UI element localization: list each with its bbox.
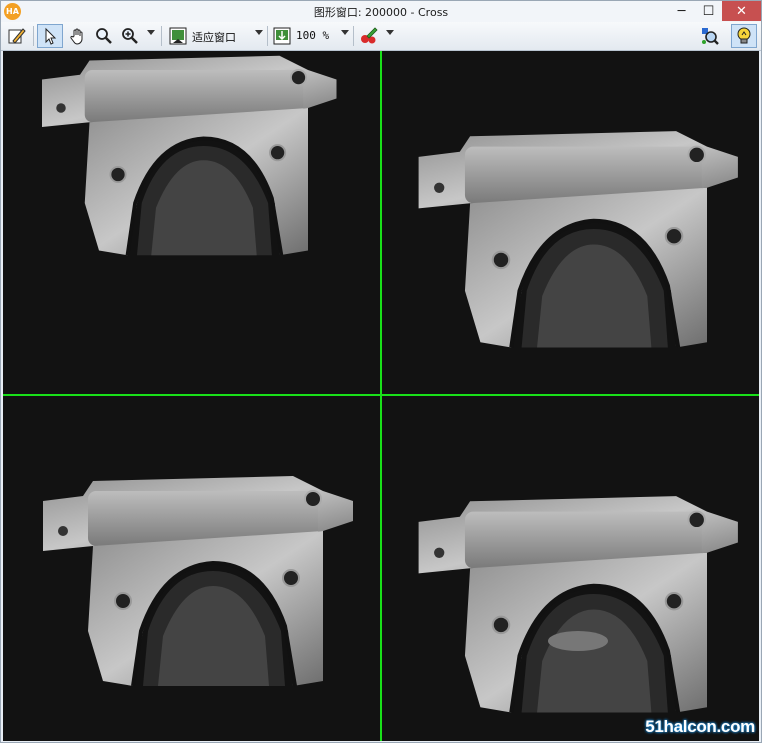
match-image-2 — [419, 131, 738, 347]
toolbar: 适应窗口 100 % — [1, 22, 761, 51]
fit-window-icon-button[interactable] — [167, 24, 189, 48]
zoom-dropdown-arrow[interactable] — [147, 30, 155, 35]
edit-pen-button[interactable] — [5, 24, 29, 48]
color-palette-icon — [361, 27, 378, 44]
light-bulb-icon — [737, 27, 751, 44]
hand-icon — [70, 28, 83, 45]
pointer-button[interactable] — [37, 24, 63, 48]
graphics-window: HA 图形窗口: 200000 - Cross ─ ☐ ✕ 适应窗口 100 %… — [0, 0, 762, 743]
close-button[interactable]: ✕ — [722, 1, 761, 21]
match-image-1 — [40, 53, 339, 258]
zoom-in-button[interactable] — [118, 24, 142, 48]
pan-button[interactable] — [66, 24, 90, 48]
inspect-button[interactable] — [698, 24, 722, 48]
color-dropdown-arrow[interactable] — [386, 30, 394, 35]
crosshair-vertical-line — [380, 51, 382, 741]
inspect-magnifier-icon — [702, 28, 719, 45]
arrow-pointer-icon — [45, 27, 57, 45]
zoom-in-icon — [122, 28, 138, 44]
fit-window-dropdown-arrow[interactable] — [255, 30, 263, 35]
minimize-button[interactable]: ─ — [668, 1, 695, 21]
zoom-percent-label[interactable]: 100 % — [296, 29, 329, 42]
pen-icon — [8, 28, 26, 44]
watermark-text: 51halcon.com — [645, 717, 755, 736]
magnifier-icon — [96, 28, 112, 44]
magnify-button[interactable] — [92, 24, 116, 48]
zoom-level-icon — [273, 27, 291, 45]
crosshair-horizontal-line — [3, 394, 759, 396]
match-image-4 — [419, 496, 738, 712]
maximize-button[interactable]: ☐ — [695, 1, 722, 21]
light-bulb-button[interactable] — [731, 24, 757, 48]
title-bar[interactable]: HA 图形窗口: 200000 - Cross ─ ☐ ✕ — [1, 1, 761, 23]
window-title: 图形窗口: 200000 - Cross — [313, 6, 449, 19]
match-image-3 — [41, 474, 355, 688]
zoom-percent-dropdown-arrow[interactable] — [341, 30, 349, 35]
fit-window-label[interactable]: 适应窗口 — [192, 29, 236, 45]
zoom-percent-icon-button[interactable] — [271, 24, 293, 48]
color-button[interactable] — [357, 24, 381, 48]
image-canvas[interactable]: 51halcon.com — [3, 51, 759, 741]
fit-window-icon — [169, 27, 187, 45]
